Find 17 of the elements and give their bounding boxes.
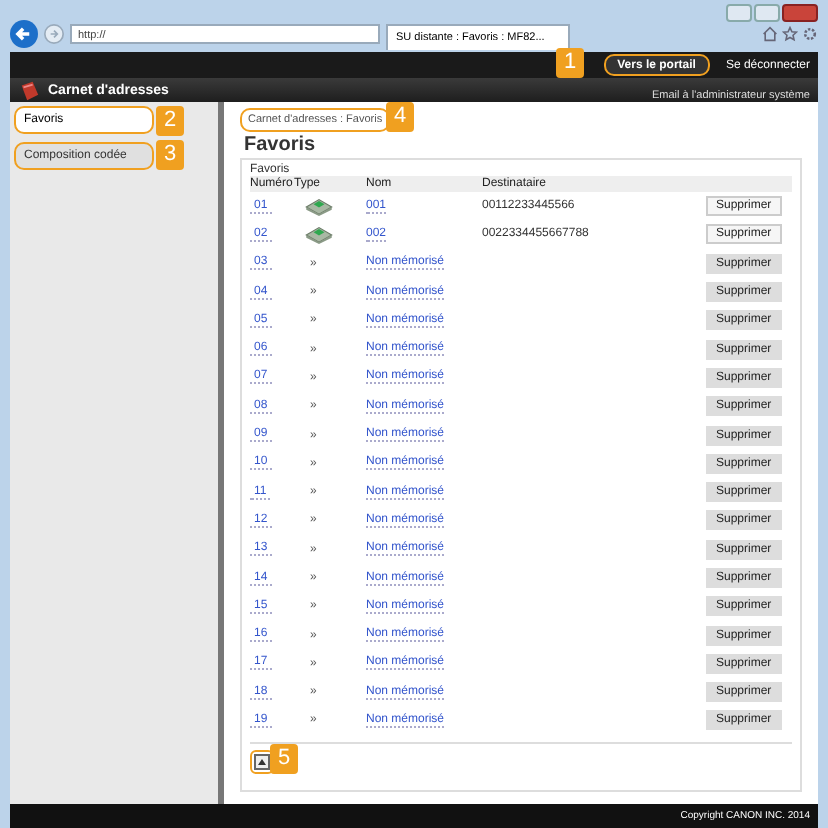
fax-icon <box>304 224 334 245</box>
close-button[interactable] <box>782 4 818 22</box>
settings-icon[interactable] <box>802 25 818 41</box>
book-icon <box>18 79 40 101</box>
callout-number: 5 <box>270 744 298 774</box>
fax-icon <box>304 196 334 217</box>
callout-number: 1 <box>556 48 584 78</box>
home-icon[interactable] <box>762 25 778 41</box>
callout-number: 3 <box>156 140 184 170</box>
section-title: Favoris <box>244 134 318 156</box>
maximize-button[interactable] <box>754 4 780 22</box>
callout-number: 4 <box>386 102 414 132</box>
callout-number: 2 <box>156 106 184 136</box>
back-icon[interactable] <box>10 19 38 47</box>
star-icon[interactable] <box>782 25 798 41</box>
minimize-button[interactable] <box>726 4 752 22</box>
forward-icon[interactable] <box>44 23 64 43</box>
